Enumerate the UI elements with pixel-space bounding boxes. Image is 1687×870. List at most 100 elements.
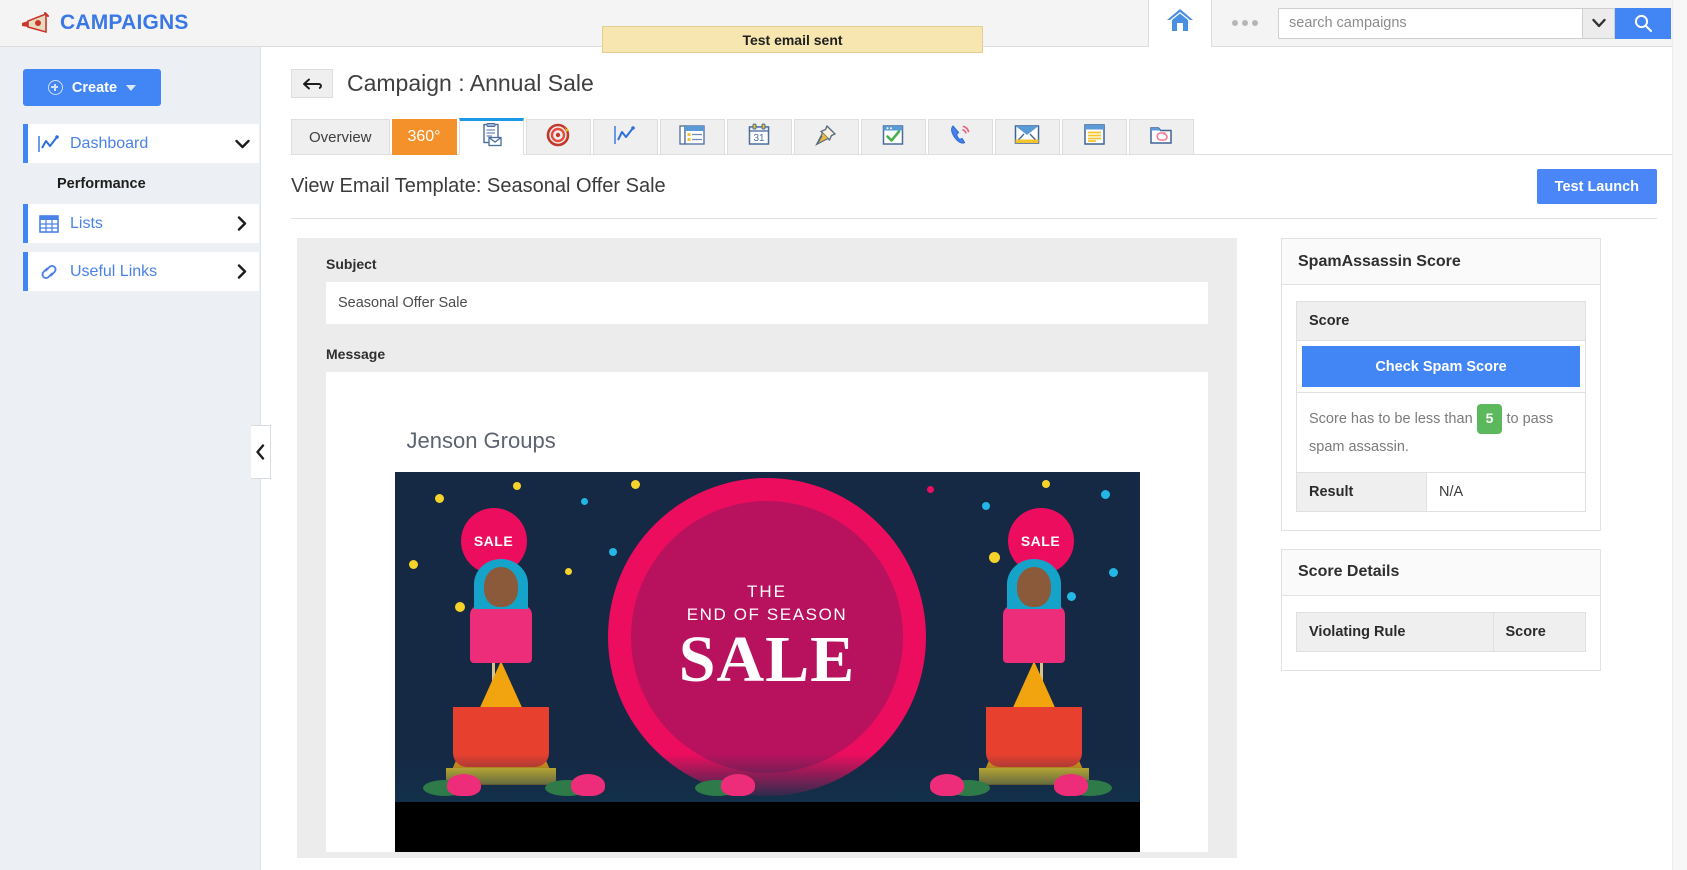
- tab-emails[interactable]: [994, 119, 1060, 155]
- page-header: Campaign : Annual Sale: [261, 47, 1687, 98]
- lotus-decoration-row: [394, 754, 1140, 802]
- page-title: Campaign : Annual Sale: [347, 70, 594, 96]
- message-label: Message: [326, 346, 386, 362]
- tab-calendar[interactable]: 31: [726, 119, 792, 155]
- svg-text:31: 31: [753, 133, 765, 144]
- brand-title: CAMPAIGNS: [60, 11, 189, 34]
- sidebar-item-dashboard[interactable]: Dashboard: [23, 124, 259, 163]
- more-dots-icon: [1252, 20, 1258, 26]
- score-details-table: Violating Rule Score: [1296, 611, 1587, 652]
- sidebar-collapse-handle[interactable]: [251, 425, 271, 479]
- search-box[interactable]: [1278, 7, 1615, 39]
- violating-rule-header: Violating Rule: [1296, 611, 1494, 652]
- confetti-dot: [981, 502, 990, 510]
- table-row: Score: [1296, 301, 1586, 341]
- more-options-button[interactable]: [1212, 0, 1278, 47]
- sidebar-item-lists[interactable]: Lists: [23, 204, 259, 243]
- tab-360[interactable]: 360°: [391, 119, 457, 155]
- tab-email-template[interactable]: [458, 118, 524, 155]
- sidebar-section-performance: Performance: [57, 176, 146, 192]
- home-icon: [1165, 7, 1195, 39]
- notification-banner: Test email sent: [602, 26, 983, 53]
- tab-content[interactable]: [659, 119, 725, 155]
- search-button[interactable]: [1615, 7, 1671, 39]
- chevron-left-icon: [256, 444, 265, 460]
- notification-text: Test email sent: [742, 31, 843, 48]
- tab-notes[interactable]: [1061, 119, 1127, 155]
- spam-sidebar: SpamAssassin Score Score Check Spam Scor…: [1281, 238, 1601, 858]
- hero-line-2: END OF SEASON: [686, 604, 848, 624]
- tab-bar: Overview 360° 31: [291, 118, 1687, 155]
- email-template-icon: [480, 123, 502, 152]
- template-editor-panel: Subject Seasonal Offer Sale Message Jens…: [297, 238, 1237, 858]
- spam-score-table: Score Check Spam Score Score has to be l…: [1295, 301, 1586, 512]
- more-dots-icon: [1232, 20, 1238, 26]
- brand[interactable]: CAMPAIGNS: [0, 0, 280, 47]
- tab-target[interactable]: [525, 119, 591, 155]
- spamassassin-panel-title: SpamAssassin Score: [1282, 239, 1600, 285]
- table-row: Violating Rule Score: [1296, 611, 1587, 652]
- tab-analytics[interactable]: [592, 119, 658, 155]
- megaphone-icon: [19, 11, 49, 35]
- test-launch-button[interactable]: Test Launch: [1536, 169, 1657, 204]
- envelope-icon: [1014, 124, 1040, 150]
- score-header: Score: [1296, 301, 1586, 341]
- attachment-folder-icon: [1149, 124, 1173, 151]
- confetti-dot: [1041, 480, 1050, 488]
- tab-label: Overview: [309, 128, 372, 146]
- confetti-dot: [512, 482, 521, 490]
- chart-line-icon: [28, 134, 70, 153]
- confetti-dot: [580, 498, 588, 505]
- tab-pinned[interactable]: [793, 119, 859, 155]
- tab-calls[interactable]: [927, 119, 993, 155]
- plus-circle-icon: [47, 80, 63, 95]
- result-value: N/A: [1426, 471, 1586, 512]
- hero-line-1: THE: [747, 581, 787, 601]
- search-input[interactable]: [1279, 8, 1582, 38]
- page-scrollbar[interactable]: [1672, 0, 1687, 870]
- confetti-dot: [1108, 568, 1118, 577]
- subject-input[interactable]: Seasonal Offer Sale: [326, 282, 1208, 324]
- chevron-right-icon[interactable]: [225, 264, 259, 279]
- calendar-icon: 31: [747, 123, 771, 152]
- back-button[interactable]: [291, 69, 333, 98]
- caret-down-icon: [126, 84, 137, 91]
- score-details-panel: Score Details Violating Rule Score: [1281, 548, 1601, 671]
- table-row: Score has to be less than 5 to pass spam…: [1296, 392, 1586, 473]
- sidebar: Create Dashboard Performance Lists Usefu…: [0, 47, 261, 870]
- home-button[interactable]: [1148, 0, 1212, 47]
- tab-overview[interactable]: Overview: [291, 119, 390, 155]
- create-button[interactable]: Create: [23, 69, 161, 106]
- pushpin-icon: [814, 123, 838, 152]
- chevron-down-icon[interactable]: [225, 139, 259, 149]
- sidebar-item-label: Dashboard: [70, 134, 149, 152]
- spam-hint-prefix: Score has to be less than: [1309, 410, 1473, 427]
- email-footer-bar: [394, 802, 1140, 852]
- link-icon: [28, 263, 70, 281]
- table-row: Check Spam Score: [1296, 340, 1586, 393]
- confetti-dot: [434, 494, 444, 503]
- confetti-dot: [408, 560, 418, 569]
- back-arrow-icon: [302, 78, 322, 89]
- tab-tasks[interactable]: [860, 119, 926, 155]
- task-check-icon: [881, 123, 905, 152]
- check-spam-score-button[interactable]: Check Spam Score: [1302, 346, 1580, 387]
- create-button-label: Create: [71, 79, 118, 96]
- sidebar-item-label: Lists: [70, 214, 103, 232]
- spamassassin-panel: SpamAssassin Score Score Check Spam Scor…: [1281, 238, 1601, 531]
- search-dropdown-button[interactable]: [1582, 8, 1614, 38]
- sidebar-item-useful-links[interactable]: Useful Links: [23, 252, 259, 291]
- chevron-right-icon[interactable]: [225, 216, 259, 231]
- score-header: Score: [1492, 611, 1587, 652]
- template-title: View Email Template: Seasonal Offer Sale: [291, 175, 666, 197]
- chevron-down-icon: [1591, 18, 1606, 28]
- score-threshold-badge: 5: [1476, 404, 1503, 434]
- hero-circle-inner: THE END OF SEASON SALE: [631, 501, 903, 773]
- tab-attachments[interactable]: [1128, 119, 1194, 155]
- sidebar-item-label: Useful Links: [70, 262, 158, 280]
- search-icon: [1634, 14, 1652, 32]
- message-preview: Jenson Groups THE END OF SEASON SALE SAL…: [326, 372, 1208, 852]
- tab-label: 360°: [407, 128, 441, 145]
- target-icon: [546, 123, 570, 152]
- main-content: Campaign : Annual Sale Overview 360° 31 …: [261, 47, 1687, 870]
